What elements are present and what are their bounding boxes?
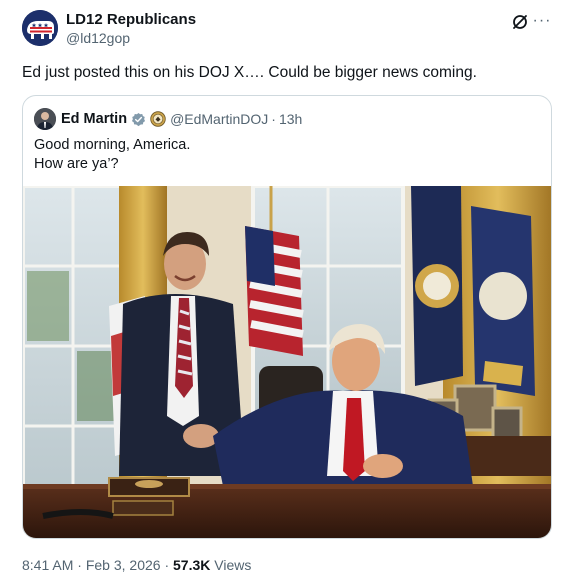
quoted-separator: · [271,111,276,127]
quoted-time[interactable]: 13h [279,111,302,127]
quoted-photo[interactable] [23,184,551,538]
quoted-text-line: How are ya’? [34,156,119,172]
quoted-text: Good morning, America. How are ya’? [34,136,190,174]
quoted-text-line: Good morning, America. [34,137,191,153]
author-display-name[interactable]: LD12 Republicans [66,10,196,29]
oval-office-photo-image [23,184,551,538]
views-label: Views [210,557,252,573]
author-names: LD12 Republicans @ld12gop [66,10,196,48]
views-count: 57.3K [173,557,211,573]
post-text: Ed just posted this on his DOJ X…. Could… [22,64,477,81]
grok-icon[interactable] [510,12,530,32]
quoted-post[interactable]: Ed Martin @EdMartinDOJ · 13h Good mornin… [22,95,552,539]
author-handle[interactable]: @ld12gop [66,29,196,48]
post-time[interactable]: 8:41 AM [22,557,73,573]
post: LD12 Republicans @ld12gop ··· Ed just po… [0,0,565,584]
verified-badge-icon [131,112,146,127]
quoted-handle[interactable]: @EdMartinDOJ [170,111,268,127]
quoted-header: Ed Martin @EdMartinDOJ · 13h [34,108,302,130]
post-header: LD12 Republicans @ld12gop ··· [22,10,552,50]
quoted-display-name[interactable]: Ed Martin [61,111,127,127]
government-seal-badge-icon [150,111,166,127]
quoted-avatar[interactable] [34,108,56,130]
post-date[interactable]: Feb 3, 2026 [86,557,161,573]
meta-separator: · [73,557,86,573]
meta-separator: · [160,557,174,573]
post-meta: 8:41 AM · Feb 3, 2026 · 57.3K Views [22,557,251,573]
more-options-icon[interactable]: ··· [532,12,552,32]
elephant-logo-icon [22,10,58,46]
author-avatar[interactable] [22,10,58,46]
